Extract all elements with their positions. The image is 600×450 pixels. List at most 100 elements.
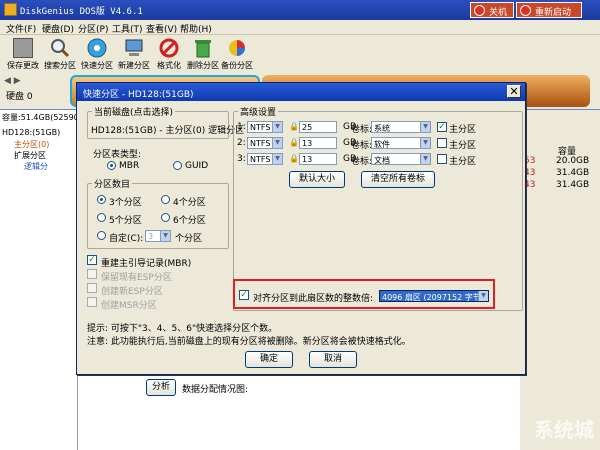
disk-nav-arrows[interactable]: ◀ ▶: [4, 76, 21, 86]
fs-select[interactable]: NTFS ▼: [247, 153, 283, 165]
volume-label-value: 系统: [374, 124, 390, 133]
align-checkbox[interactable]: ✓: [239, 290, 249, 300]
primary-partition-label: 主分区: [449, 125, 477, 135]
create-msr-checkbox[interactable]: [87, 297, 97, 307]
fs-select[interactable]: NTFS ▼: [247, 121, 283, 133]
menu-file[interactable]: 文件(F): [6, 22, 36, 35]
count-3-radio[interactable]: [97, 195, 106, 204]
fs-value: NTFS: [250, 155, 271, 164]
shutdown-label: 关机: [489, 8, 508, 18]
menu-view[interactable]: 查看(V): [146, 22, 177, 35]
lock-icon[interactable]: 🔒: [289, 154, 299, 163]
guid-label: GUID: [185, 161, 209, 171]
cancel-button[interactable]: 取消: [309, 351, 357, 368]
lock-icon[interactable]: 🔒: [289, 122, 299, 131]
size-input[interactable]: 13: [299, 137, 337, 149]
toolbar: 保存更改 搜索分区 快速分区 新建分区 格式化 删除分区 备份分区: [0, 35, 600, 73]
close-button[interactable]: ✕: [507, 85, 521, 98]
volume-label-value: 文档: [374, 156, 390, 165]
tree-logical-partition[interactable]: 逻辑分: [24, 161, 48, 172]
format-icon: [159, 38, 179, 58]
size-input[interactable]: 13: [299, 153, 337, 165]
count-5-radio[interactable]: [97, 213, 106, 222]
volume-label-select[interactable]: 软件 ▼: [371, 137, 431, 149]
rebuild-mbr-checkbox[interactable]: ✓: [87, 255, 97, 265]
create-esp-checkbox[interactable]: [87, 283, 97, 293]
align-select[interactable]: 4096 扇区 (2097152 字节) ▼: [379, 290, 489, 302]
size-input[interactable]: 25: [299, 121, 337, 133]
row-capacity: 20.0GB: [556, 156, 590, 166]
guid-radio[interactable]: [173, 161, 182, 170]
clear-labels-button[interactable]: 清空所有卷标: [361, 171, 435, 188]
partition-count-label: 分区数目: [94, 180, 131, 190]
row-capacity: 31.4GB: [556, 180, 590, 190]
tree-primary-partition[interactable]: 主分区(0): [14, 139, 49, 150]
warning-text: 注意: 此功能执行后,当前磁盘上的现有分区将被删除。新分区将会被快速格式化。: [87, 337, 411, 347]
disk-label: 硬盘 0: [6, 92, 33, 102]
advanced-settings-label: 高级设置: [240, 108, 277, 118]
menu-disk[interactable]: 硬盘(D): [42, 22, 74, 35]
align-value: 4096 扇区 (2097152 字节): [382, 293, 484, 302]
mbr-radio[interactable]: [107, 161, 116, 170]
menu-help[interactable]: 帮助(H): [180, 22, 212, 35]
primary-partition-label: 主分区: [449, 157, 477, 167]
computer-icon: [124, 38, 144, 58]
custom-count-select[interactable]: 3 ▼: [145, 230, 171, 242]
app-title: DiskGenius DOS版 V4.6.1: [20, 7, 143, 17]
volume-label-select[interactable]: 文档 ▼: [371, 153, 431, 165]
bottom-panel: 分析 数据分配情况图:: [78, 375, 520, 450]
fs-value: NTFS: [250, 123, 271, 132]
primary-partition-checkbox[interactable]: ✓: [437, 122, 447, 132]
keep-esp-checkbox[interactable]: [87, 269, 97, 279]
restart-label: 重新启动: [535, 8, 572, 18]
restart-button[interactable]: 重新启动: [516, 2, 582, 18]
default-size-button[interactable]: 默认大小: [289, 171, 345, 188]
disk-tree-pane: 容量:51.4GB(52590M HD128:(51GB) 主分区(0) 扩展分…: [0, 110, 86, 450]
menu-partition[interactable]: 分区(P): [78, 22, 108, 35]
partition-number: 1:: [237, 122, 246, 132]
app-icon: [4, 3, 17, 16]
analyze-button[interactable]: 分析: [146, 379, 176, 396]
align-label: 对齐分区到此扇区数的整数倍:: [253, 294, 374, 304]
chevron-down-icon: ▼: [420, 122, 430, 132]
count-4-label: 4个分区: [173, 198, 206, 208]
quick-partition-dialog: 快速分区 - HD128:(51GB) ✕ 当前磁盘(点击选择) HD128:(…: [76, 82, 526, 375]
chevron-down-icon: ▼: [272, 122, 282, 132]
lock-icon[interactable]: 🔒: [289, 138, 299, 147]
fs-select[interactable]: NTFS ▼: [247, 137, 283, 149]
chevron-down-icon: ▼: [272, 154, 282, 164]
volume-label-select[interactable]: 系统 ▼: [371, 121, 431, 133]
dialog-title: 快速分区 - HD128:(51GB): [83, 90, 194, 100]
tree-extended-partition[interactable]: 扩展分区: [14, 150, 46, 161]
volume-label-caption: 卷标:: [351, 125, 373, 135]
create-msr-label: 创建MSR分区: [101, 301, 157, 311]
backup-icon: [227, 38, 247, 58]
partition-list-pane: 容量 53 20.0GB 43 31.4GB 43 31.4GB: [520, 110, 600, 450]
count-4-radio[interactable]: [161, 195, 170, 204]
tree-disk[interactable]: HD128:(51GB): [2, 128, 60, 137]
distribution-label: 数据分配情况图:: [182, 385, 249, 395]
shutdown-button[interactable]: 关机: [470, 2, 514, 18]
primary-partition-checkbox[interactable]: [437, 154, 447, 164]
menu-bar: 文件(F) 硬盘(D) 分区(P) 工具(T) 查看(V) 帮助(H): [0, 20, 600, 35]
custom-count-value: 3: [148, 232, 154, 241]
custom-count-label: 自定(C):: [109, 234, 144, 244]
mbr-label: MBR: [119, 161, 140, 171]
partition-number: 3:: [237, 154, 246, 164]
menu-tools[interactable]: 工具(T): [112, 22, 143, 35]
volume-label-caption: 卷标:: [351, 157, 373, 167]
dialog-title-bar: 快速分区 - HD128:(51GB) ✕: [77, 83, 525, 101]
count-3-label: 3个分区: [109, 198, 142, 208]
volume-label-caption: 卷标:: [351, 141, 373, 151]
current-disk-label: 当前磁盘(点击选择): [94, 108, 174, 118]
ok-button[interactable]: 确定: [245, 351, 293, 368]
backup-partition-button[interactable]: 备份分区: [218, 37, 256, 71]
current-disk-value[interactable]: HD128:(51GB) - 主分区(0) 逻辑分区: [91, 123, 244, 136]
volume-label-value: 软件: [374, 140, 390, 149]
chevron-down-icon: ▼: [420, 154, 430, 164]
count-6-radio[interactable]: [161, 213, 170, 222]
primary-partition-checkbox[interactable]: [437, 138, 447, 148]
custom-count-radio[interactable]: [97, 231, 106, 240]
trash-icon: [193, 38, 213, 58]
fs-value: NTFS: [250, 139, 271, 148]
